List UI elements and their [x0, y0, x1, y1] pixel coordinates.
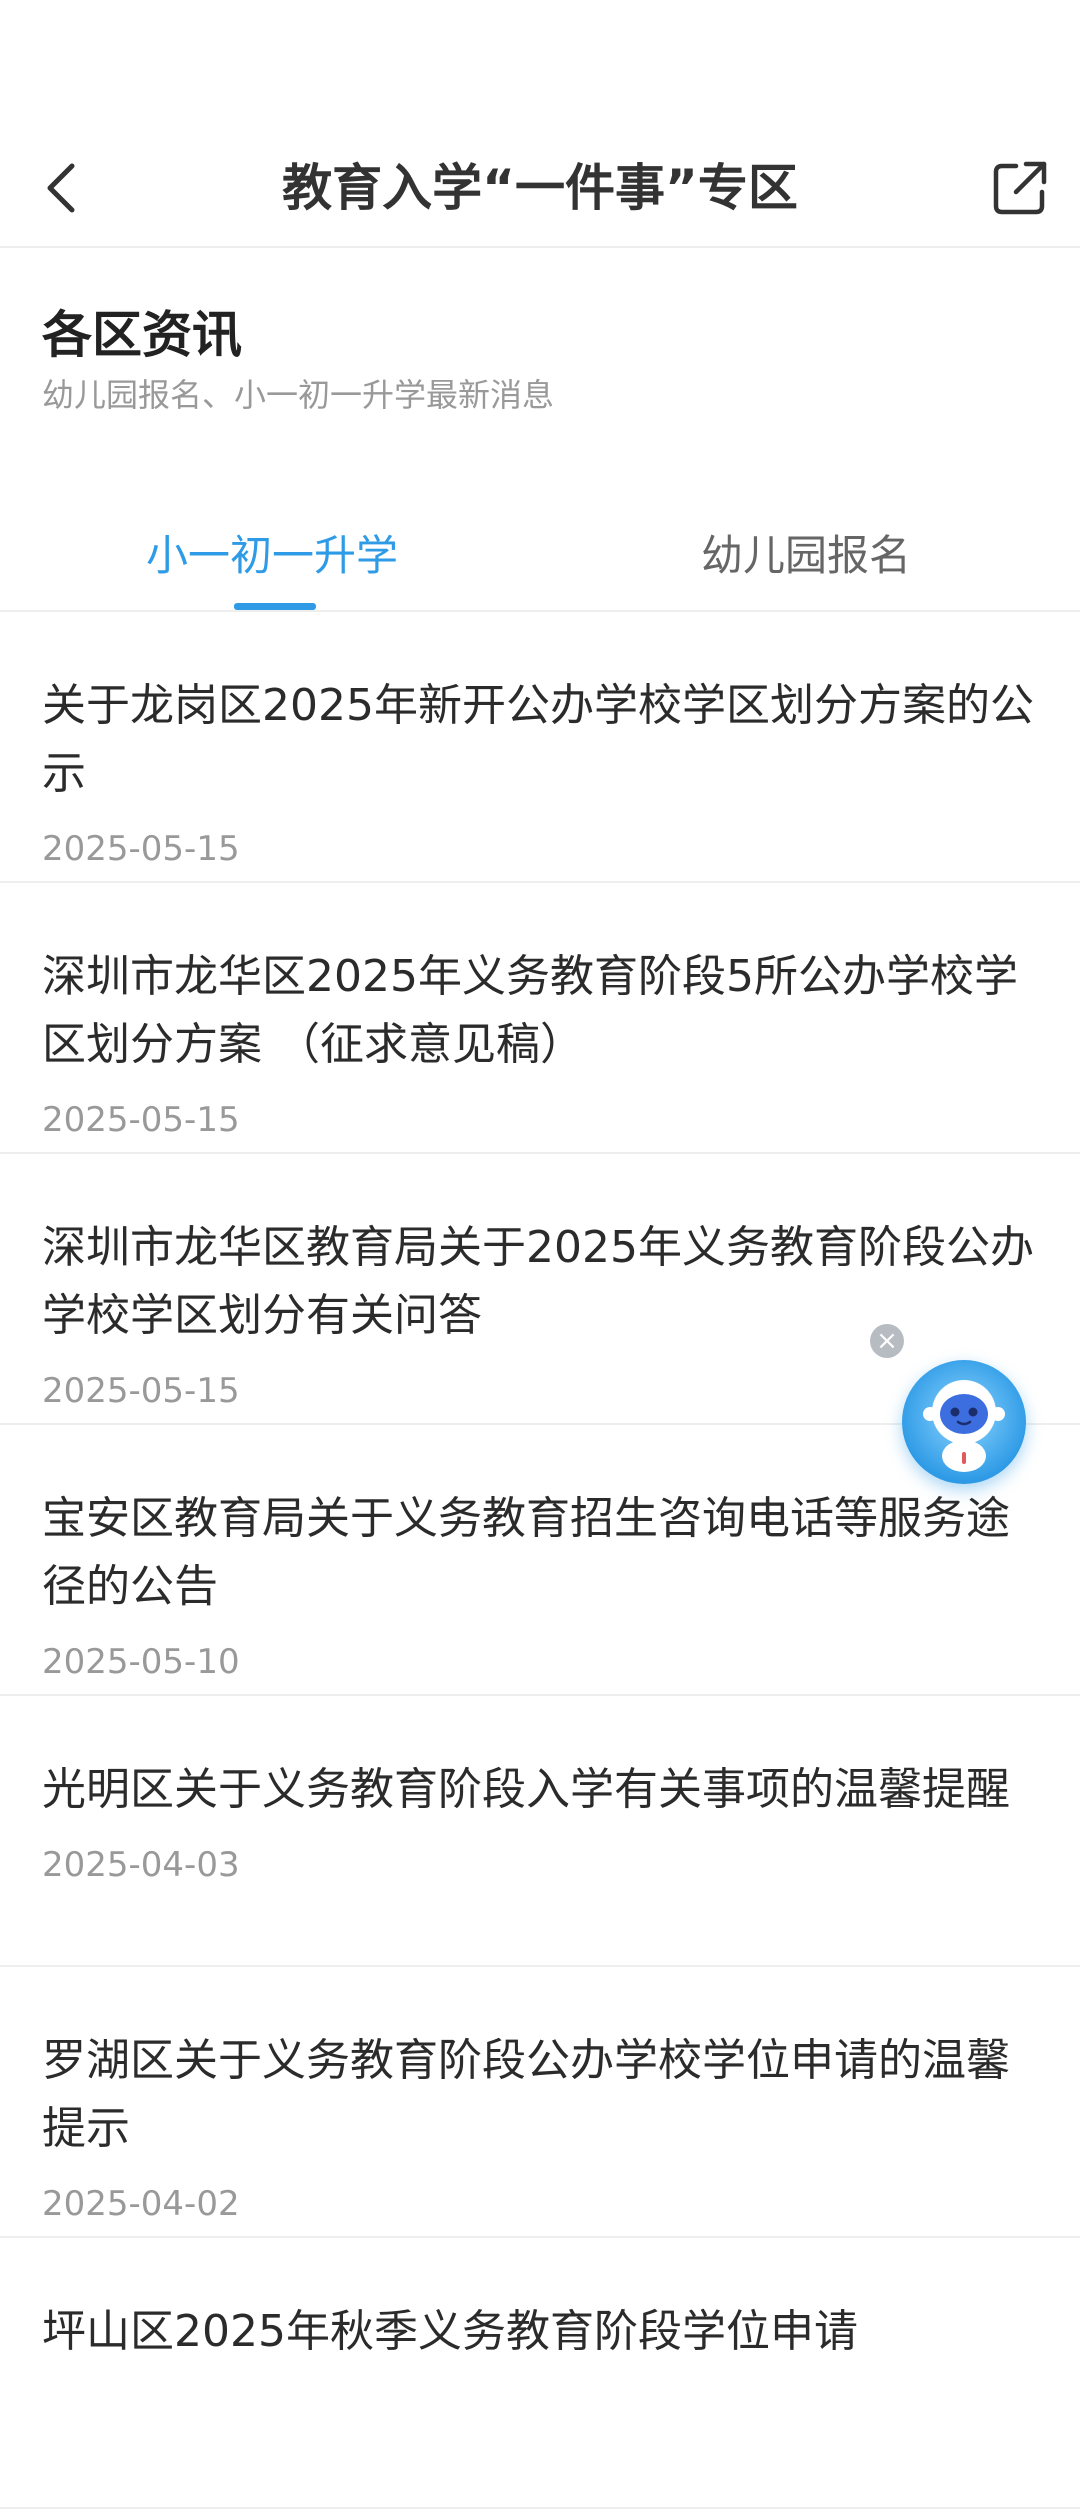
- share-external-icon: [993, 161, 1047, 215]
- section-title: 各区资讯: [42, 306, 242, 364]
- tab-kindergarten[interactable]: 幼儿园报名: [536, 510, 1076, 610]
- tab-bar: 小一初一升学 幼儿园报名: [0, 510, 1080, 612]
- chevron-left-icon: [47, 163, 75, 213]
- robot-assistant-icon: [923, 1380, 1005, 1472]
- list-item[interactable]: 关于龙岗区2025年新开公办学校学区划分方案的公示 2025-05-15: [0, 612, 1080, 883]
- list-item[interactable]: 罗湖区关于义务教育阶段公办学校学位申请的温馨提示 2025-04-02: [0, 1967, 1080, 2238]
- section-header: 各区资讯 幼儿园报名、小一初一升学最新消息: [42, 300, 1038, 418]
- status-bar-area: [0, 0, 1080, 130]
- assistant-close-button[interactable]: ×: [870, 1324, 904, 1358]
- close-icon: ×: [876, 1326, 898, 1356]
- list-item[interactable]: 深圳市龙华区2025年义务教育阶段5所公办学校学区划分方案 （征求意见稿） 20…: [0, 883, 1080, 1154]
- news-date: 2025-05-15: [42, 1100, 240, 1140]
- news-title: 光明区关于义务教育阶段入学有关事项的温馨提醒: [42, 1764, 1010, 1815]
- back-button[interactable]: [30, 156, 94, 220]
- share-button[interactable]: [988, 156, 1052, 220]
- news-date: 2025-05-15: [42, 1371, 240, 1411]
- active-tab-indicator: [234, 603, 316, 610]
- news-list: 关于龙岗区2025年新开公办学校学区划分方案的公示 2025-05-15 深圳市…: [0, 612, 1080, 2509]
- news-title: 深圳市龙华区2025年义务教育阶段5所公办学校学区划分方案 （征求意见稿）: [42, 951, 1018, 1070]
- news-title: 坪山区2025年秋季义务教育阶段学位申请: [42, 2306, 858, 2357]
- news-date: 2025-05-10: [42, 1642, 240, 1682]
- news-title: 关于龙岗区2025年新开公办学校学区划分方案的公示: [42, 680, 1034, 799]
- page-title: 教育入学“一件事”专区: [282, 159, 798, 217]
- tab-primary-upgrade[interactable]: 小一初一升学: [0, 510, 544, 610]
- list-item[interactable]: 坪山区2025年秋季义务教育阶段学位申请: [0, 2238, 1080, 2509]
- news-title: 宝安区教育局关于义务教育招生咨询电话等服务途径的公告: [42, 1493, 1010, 1612]
- news-title: 罗湖区关于义务教育阶段公办学校学位申请的温馨提示: [42, 2035, 1010, 2154]
- news-date: 2025-04-03: [42, 1845, 240, 1885]
- news-date: 2025-04-02: [42, 2184, 240, 2224]
- news-date: 2025-05-15: [42, 829, 240, 869]
- navigation-bar: 教育入学“一件事”专区: [0, 130, 1080, 248]
- list-item[interactable]: 光明区关于义务教育阶段入学有关事项的温馨提醒 2025-04-03: [0, 1696, 1080, 1967]
- assistant-button[interactable]: [902, 1360, 1026, 1484]
- section-subtitle: 幼儿园报名、小一初一升学最新消息: [42, 376, 555, 414]
